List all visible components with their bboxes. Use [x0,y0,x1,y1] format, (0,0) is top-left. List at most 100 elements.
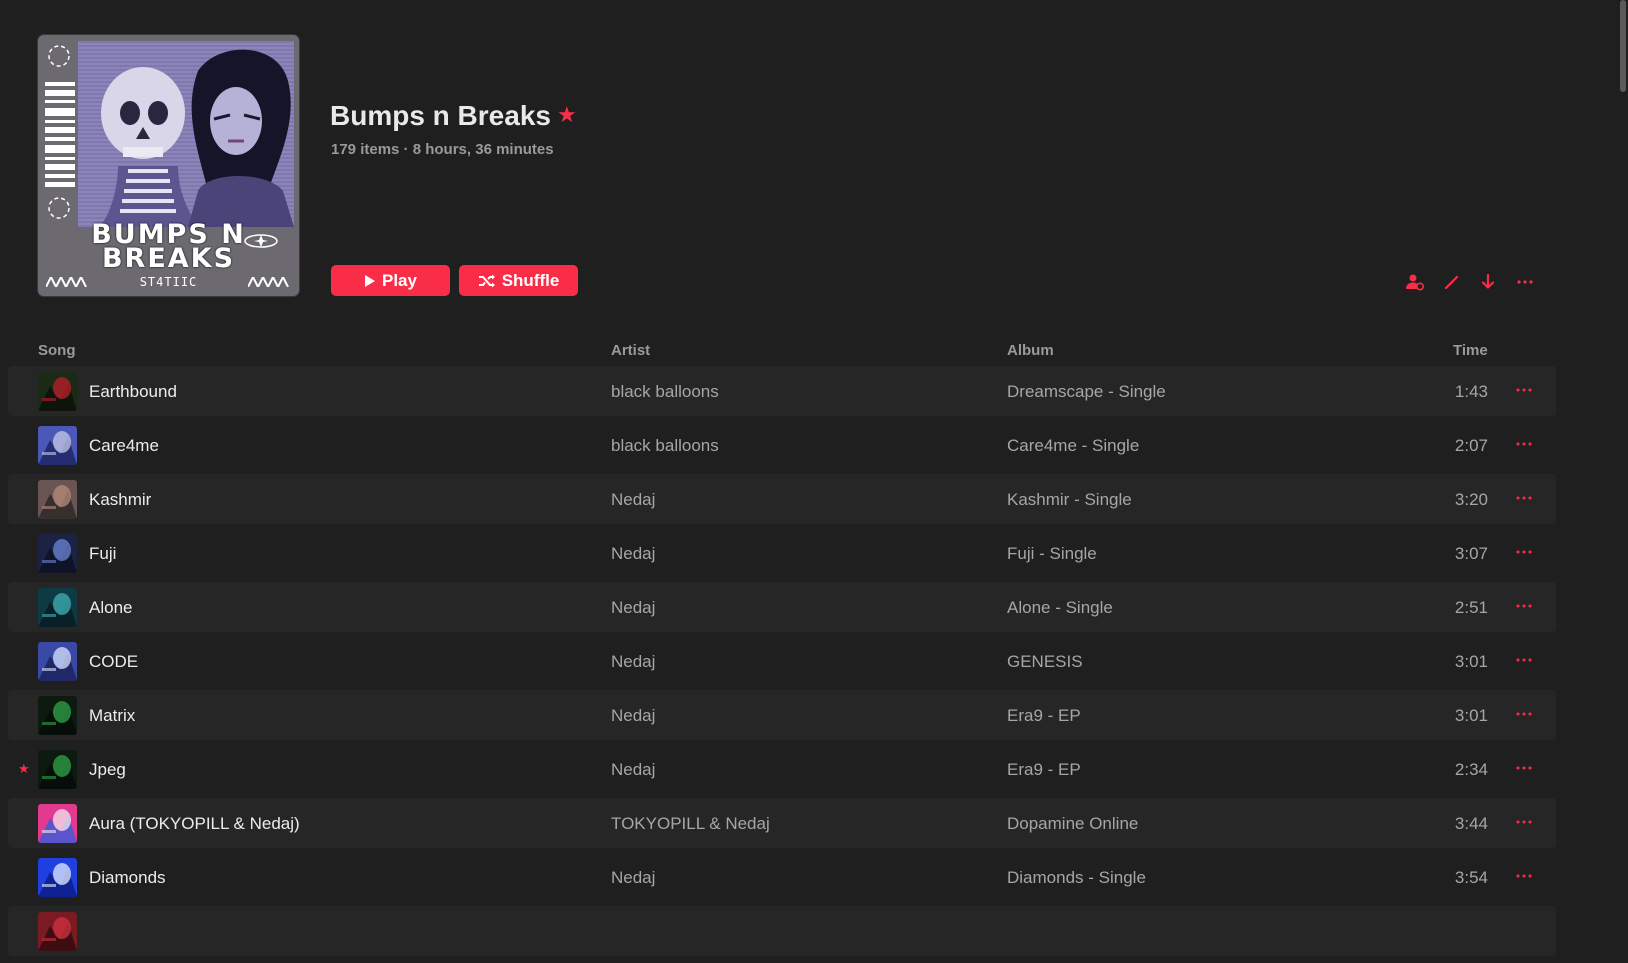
table-row[interactable]: ★ Jpeg Nedaj Era9 - EP 2:34 [8,744,1556,794]
cover-title-line2: BREAKS [101,243,236,274]
track-artwork[interactable] [38,372,77,411]
shuffle-button-label: Shuffle [501,270,560,290]
track-duration: 3:44 [1454,814,1488,833]
track-artwork[interactable] [38,858,77,897]
track-more-options-icon[interactable] [1514,434,1534,454]
track-album[interactable]: Era9 - EP [1007,760,1081,780]
table-row[interactable]: Diamonds Nedaj Diamonds - Single 3:54 [8,852,1556,902]
track-artist[interactable]: Nedaj [611,544,655,564]
shuffle-icon [478,274,495,287]
play-button[interactable]: Play [331,265,450,296]
track-more-options-icon[interactable] [1514,866,1534,886]
playlist-header: BUMPS N BREAKS ST4TIIC Bumps n Breaks ★ 1… [0,0,1628,340]
track-artwork[interactable] [38,426,77,465]
track-more-options-icon[interactable] [1514,812,1534,832]
column-header-time[interactable]: Time [1453,342,1488,359]
track-artwork[interactable] [38,642,77,681]
track-artwork[interactable] [38,912,77,951]
track-duration: 2:34 [1454,760,1488,779]
column-header-artist[interactable]: Artist [611,342,650,359]
track-more-options-icon[interactable] [1514,542,1534,562]
cover-reticle-icon [48,45,70,67]
track-duration: 3:20 [1454,490,1488,509]
column-header-song[interactable]: Song [38,342,76,359]
track-album[interactable]: Alone - Single [1007,598,1113,618]
table-row[interactable]: Matrix Nedaj Era9 - EP 3:01 [8,690,1556,740]
cover-barcode-graphic [45,82,75,187]
track-artwork[interactable] [38,804,77,843]
track-album[interactable]: Care4me - Single [1007,436,1139,456]
play-icon [365,274,375,287]
track-title[interactable]: Alone [89,598,132,618]
track-more-options-icon[interactable] [1514,380,1534,400]
table-row[interactable]: CODE Nedaj GENESIS 3:01 [8,636,1556,686]
track-artist[interactable]: TOKYOPILL & Nedaj [611,814,770,834]
track-album[interactable]: Era9 - EP [1007,706,1081,726]
more-options-icon[interactable] [1515,272,1535,292]
track-artwork[interactable] [38,588,77,627]
track-title[interactable]: Care4me [89,436,159,456]
track-duration: 2:51 [1454,598,1488,617]
track-artist[interactable]: Nedaj [611,652,655,672]
track-artist[interactable]: Nedaj [611,598,655,618]
cover-checker-pattern [248,277,289,287]
track-duration: 3:01 [1454,652,1488,671]
track-more-options-icon[interactable] [1514,650,1534,670]
track-artist[interactable]: Nedaj [611,868,655,888]
track-album[interactable]: Dreamscape - Single [1007,382,1166,402]
track-duration: 3:07 [1454,544,1488,563]
playlist-title-text: Bumps n Breaks [330,100,551,131]
track-title[interactable]: Kashmir [89,490,151,510]
track-artwork[interactable] [38,534,77,573]
track-title[interactable]: Matrix [89,706,135,726]
cover-illustration [78,41,294,227]
track-album[interactable]: Diamonds - Single [1007,868,1146,888]
download-icon[interactable] [1478,272,1498,292]
favorite-star-icon[interactable]: ★ [557,102,577,127]
track-title[interactable]: Fuji [89,544,116,564]
track-more-options-icon[interactable] [1514,758,1534,778]
track-album[interactable]: GENESIS [1007,652,1083,672]
shuffle-button[interactable]: Shuffle [459,265,578,296]
track-title[interactable]: Diamonds [89,868,166,888]
track-duration: 3:54 [1454,868,1488,887]
cover-reticle-icon [48,197,70,219]
track-duration: 2:07 [1454,436,1488,455]
play-button-label: Play [382,270,417,290]
column-header-album[interactable]: Album [1007,342,1054,359]
track-artist[interactable]: black balloons [611,436,719,456]
track-artist[interactable]: black balloons [611,382,719,402]
track-list: Earthbound black balloons Dreamscape - Sin… [8,366,1556,960]
edit-icon[interactable] [1442,272,1462,292]
track-album[interactable]: Kashmir - Single [1007,490,1132,510]
track-more-options-icon[interactable] [1514,596,1534,616]
track-more-options-icon[interactable] [1514,704,1534,724]
track-artist[interactable]: Nedaj [611,760,655,780]
add-collaborator-icon[interactable] [1405,272,1425,292]
table-row[interactable]: Alone Nedaj Alone - Single 2:51 [8,582,1556,632]
track-title[interactable]: Earthbound [89,382,177,402]
favorite-star-icon: ★ [18,761,30,776]
track-artwork[interactable] [38,750,77,789]
track-title[interactable]: Aura (TOKYOPILL & Nedaj) [89,814,300,834]
table-row[interactable]: Care4me black balloons Care4me - Single 2:0… [8,420,1556,470]
playlist-title: Bumps n Breaks ★ [330,100,577,132]
table-row[interactable]: Kashmir Nedaj Kashmir - Single 3:20 [8,474,1556,524]
track-duration: 1:43 [1454,382,1488,401]
table-row[interactable]: Aura (TOKYOPILL & Nedaj) TOKYOPILL & Neda… [8,798,1556,848]
cover-star-badge-icon [244,234,278,248]
track-artist[interactable]: Nedaj [611,490,655,510]
table-row[interactable]: Fuji Nedaj Fuji - Single 3:07 [8,528,1556,578]
table-row[interactable]: Earthbound black balloons Dreamscape - Sin… [8,366,1556,416]
track-more-options-icon[interactable] [1514,488,1534,508]
track-artwork[interactable] [38,696,77,735]
track-title[interactable]: Jpeg [89,760,126,780]
playlist-meta: 179 items · 8 hours, 36 minutes [331,141,554,158]
cover-checker-pattern [46,277,87,287]
track-album[interactable]: Dopamine Online [1007,814,1138,834]
track-artist[interactable]: Nedaj [611,706,655,726]
track-artwork[interactable] [38,480,77,519]
track-title[interactable]: CODE [89,652,138,672]
track-album[interactable]: Fuji - Single [1007,544,1097,564]
table-row[interactable] [8,906,1556,956]
